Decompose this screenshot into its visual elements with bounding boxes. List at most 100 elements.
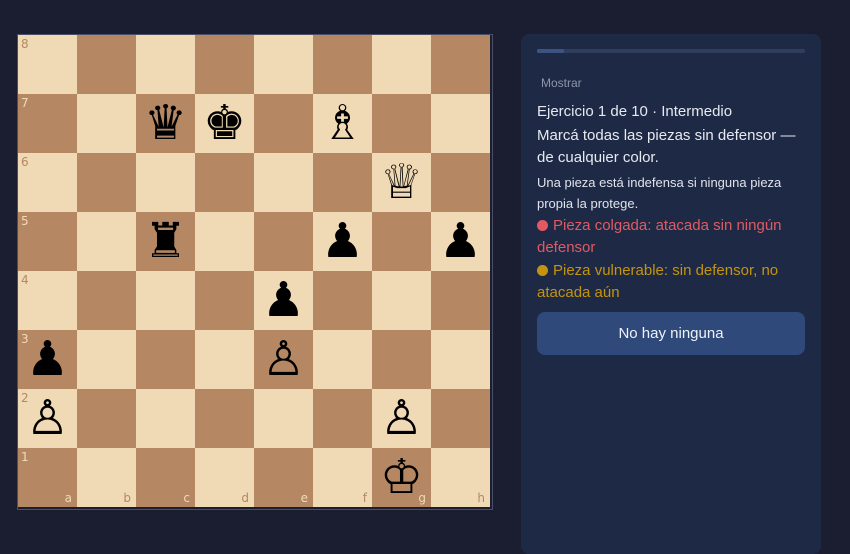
square-g8[interactable] [372,35,431,94]
square-h8[interactable] [431,35,490,94]
square-a4[interactable]: 4 [18,271,77,330]
square-a1[interactable]: 1a [18,448,77,507]
square-d1[interactable]: d [195,448,254,507]
square-f7[interactable]: ♗ [313,94,372,153]
exercise-hint: Una pieza está indefensa si ninguna piez… [537,175,782,211]
white-pawn-icon[interactable]: ♙ [372,389,431,448]
file-label: f [362,491,367,505]
white-pawn-icon[interactable]: ♙ [254,330,313,389]
legend-hanging-label: Pieza colgada: atacada sin ningún defens… [537,217,782,256]
square-b2[interactable] [77,389,136,448]
square-f4[interactable] [313,271,372,330]
square-a6[interactable]: 6 [18,153,77,212]
square-e3[interactable]: ♙ [254,330,313,389]
file-label: a [64,491,72,505]
exercise-title: Ejercicio 1 de 10 · Intermedio [537,103,733,120]
square-g4[interactable] [372,271,431,330]
square-f3[interactable] [313,330,372,389]
square-h6[interactable] [431,153,490,212]
square-d3[interactable] [195,330,254,389]
square-h2[interactable] [431,389,490,448]
square-f1[interactable]: f [313,448,372,507]
square-h4[interactable] [431,271,490,330]
file-label: e [300,491,308,505]
black-queen-icon[interactable]: ♛ [136,94,195,153]
square-c8[interactable] [136,35,195,94]
square-d7[interactable]: ♚ [195,94,254,153]
legend-vulnerable: Pieza vulnerable: sin defensor, no ataca… [537,260,812,304]
square-c7[interactable]: ♛ [136,94,195,153]
square-e4[interactable]: ♟ [254,271,313,330]
red-dot-icon [537,220,548,231]
square-a2[interactable]: 2 ♙ [18,389,77,448]
square-g3[interactable] [372,330,431,389]
square-g5[interactable] [372,212,431,271]
legend-hanging: Pieza colgada: atacada sin ningún defens… [537,215,812,259]
show-button[interactable]: Mostrar [541,76,582,90]
black-pawn-icon[interactable]: ♟ [313,212,372,271]
square-c2[interactable] [136,389,195,448]
white-king-icon[interactable]: ♔ [372,448,431,507]
square-c6[interactable] [136,153,195,212]
square-e8[interactable] [254,35,313,94]
square-g6[interactable]: ♕ [372,153,431,212]
square-c5[interactable]: ♜ [136,212,195,271]
file-label: c [183,491,190,505]
square-d5[interactable] [195,212,254,271]
file-label: b [123,491,131,505]
square-b8[interactable] [77,35,136,94]
square-a8[interactable]: 8 [18,35,77,94]
square-g7[interactable] [372,94,431,153]
square-e5[interactable] [254,212,313,271]
amber-dot-icon [537,265,548,276]
square-a3[interactable]: 3 ♟ [18,330,77,389]
square-d6[interactable] [195,153,254,212]
chess-board: 8 7 ♛ ♚ ♗ 6 ♕ 5 ♜ ♟ ♟ 4 ♟ 3 ♟ ♙ 2 ♙ ♙ 1 a b c d e f g ♔ h [17,34,493,510]
square-e6[interactable] [254,153,313,212]
black-king-icon[interactable]: ♚ [195,94,254,153]
square-f2[interactable] [313,389,372,448]
none-button[interactable]: No hay ninguna [537,312,805,355]
square-d2[interactable] [195,389,254,448]
file-label: h [477,491,485,505]
white-queen-icon[interactable]: ♕ [372,153,431,212]
white-bishop-icon[interactable]: ♗ [313,94,372,153]
square-a5[interactable]: 5 [18,212,77,271]
rank-label: 5 [21,214,29,228]
square-b6[interactable] [77,153,136,212]
square-b5[interactable] [77,212,136,271]
black-pawn-icon[interactable]: ♟ [18,330,77,389]
rank-label: 4 [21,273,29,287]
square-d4[interactable] [195,271,254,330]
square-b7[interactable] [77,94,136,153]
square-b4[interactable] [77,271,136,330]
square-c1[interactable]: c [136,448,195,507]
square-h1[interactable]: h [431,448,490,507]
square-e7[interactable] [254,94,313,153]
square-c4[interactable] [136,271,195,330]
square-g2[interactable]: ♙ [372,389,431,448]
file-label: d [241,491,249,505]
square-b3[interactable] [77,330,136,389]
square-d8[interactable] [195,35,254,94]
black-pawn-icon[interactable]: ♟ [254,271,313,330]
square-g1[interactable]: g ♔ [372,448,431,507]
square-f6[interactable] [313,153,372,212]
black-pawn-icon[interactable]: ♟ [431,212,490,271]
square-b1[interactable]: b [77,448,136,507]
square-f8[interactable] [313,35,372,94]
black-rook-icon[interactable]: ♜ [136,212,195,271]
rank-label: 7 [21,96,29,110]
square-h7[interactable] [431,94,490,153]
progress-bar [537,49,805,53]
square-h5[interactable]: ♟ [431,212,490,271]
square-f5[interactable]: ♟ [313,212,372,271]
white-pawn-icon[interactable]: ♙ [18,389,77,448]
progress-fill [537,49,564,53]
square-a7[interactable]: 7 [18,94,77,153]
square-e2[interactable] [254,389,313,448]
square-c3[interactable] [136,330,195,389]
square-e1[interactable]: e [254,448,313,507]
rank-label: 1 [21,450,29,464]
square-h3[interactable] [431,330,490,389]
